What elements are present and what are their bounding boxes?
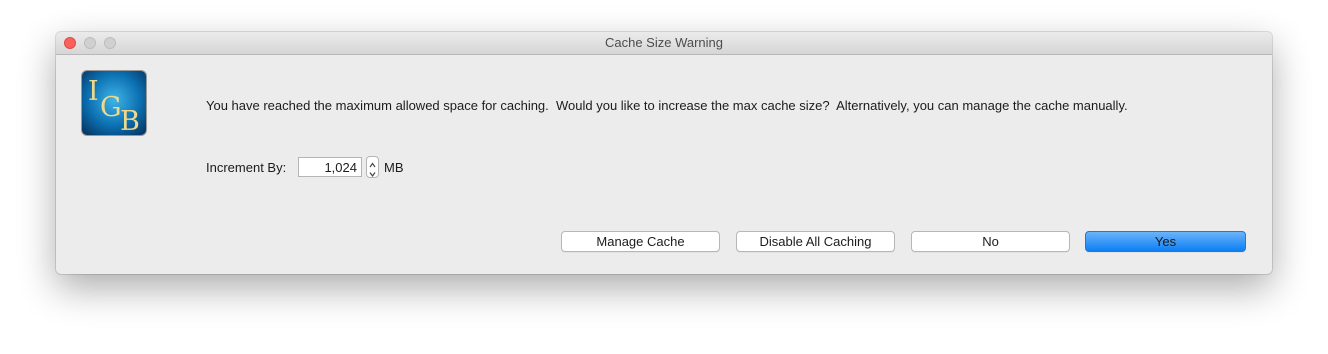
logo-letter-b: B [120,106,140,135]
logo-letter-i: I [88,76,99,107]
logo-letter-g: G [100,92,122,123]
warning-message: You have reached the maximum allowed spa… [206,98,1128,113]
title-bar[interactable]: Cache Size Warning [56,32,1272,55]
no-button[interactable]: No [911,231,1070,252]
igb-logo-icon: I G B [82,71,146,135]
increment-input[interactable]: 1,024 [298,157,362,177]
increment-unit: MB [384,160,404,175]
disable-all-caching-button[interactable]: Disable All Caching [736,231,895,252]
increment-label: Increment By: [206,160,287,175]
yes-button[interactable]: Yes [1085,231,1246,252]
dialog-window: Cache Size Warning I G B You have reache… [56,32,1272,274]
increment-stepper[interactable] [366,156,379,178]
window-title: Cache Size Warning [604,35,723,50]
manage-cache-button[interactable]: Manage Cache [561,231,720,252]
stepper-down-icon[interactable] [367,167,378,178]
stepper-up-icon[interactable] [367,157,378,168]
